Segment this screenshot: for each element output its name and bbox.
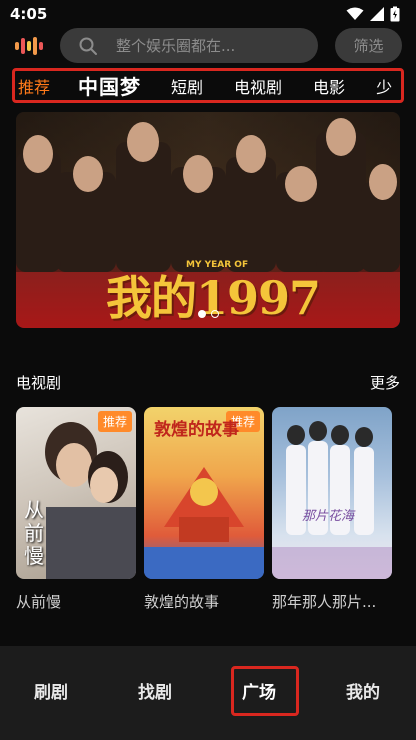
app-logo-icon[interactable] bbox=[14, 35, 48, 57]
carousel-indicator bbox=[16, 310, 400, 318]
signal-icon bbox=[370, 7, 384, 21]
tv-series-list: 推荐 从前慢 从前慢 推荐 敦煌的故事 敦煌的故事 那片花海 那年那人那片... bbox=[16, 407, 400, 612]
tab-movie[interactable]: 电影 bbox=[313, 74, 345, 98]
category-tabs: 推荐 中国梦 短剧 电视剧 电影 少 bbox=[12, 68, 404, 103]
more-link[interactable]: 更多 bbox=[370, 372, 400, 393]
banner-title: 我的1997 bbox=[106, 271, 321, 325]
wifi-icon bbox=[346, 7, 364, 20]
nav-plaza-highlight bbox=[231, 666, 299, 716]
poster-title: 从前慢 bbox=[24, 498, 44, 568]
search-bar[interactable] bbox=[60, 28, 318, 63]
battery-icon bbox=[390, 6, 400, 22]
drama-title: 那年那人那片... bbox=[272, 593, 377, 611]
recommend-badge: 推荐 bbox=[97, 411, 132, 432]
banner-carousel[interactable]: MY YEAR OF 我的1997 bbox=[16, 112, 400, 328]
tab-tv-series[interactable]: 电视剧 bbox=[234, 74, 282, 98]
nav-watch[interactable]: 刷剧 bbox=[34, 678, 68, 703]
nav-mine[interactable]: 我的 bbox=[346, 678, 380, 703]
drama-poster[interactable]: 推荐 从前慢 bbox=[16, 407, 136, 579]
tab-china-dream[interactable]: 中国梦 bbox=[78, 71, 141, 100]
carousel-dot[interactable] bbox=[197, 310, 206, 318]
tv-series-section-header: 电视剧 更多 bbox=[16, 372, 400, 393]
status-icons bbox=[346, 6, 400, 22]
tab-recommended[interactable]: 推荐 bbox=[18, 74, 50, 98]
poster-title: 敦煌的故事 bbox=[154, 420, 239, 440]
drama-card[interactable]: 推荐 从前慢 从前慢 bbox=[16, 407, 136, 612]
status-bar: 4:05 bbox=[0, 0, 416, 28]
drama-poster[interactable]: 那片花海 bbox=[272, 407, 392, 579]
tab-short-drama[interactable]: 短剧 bbox=[171, 74, 203, 98]
drama-poster[interactable]: 推荐 敦煌的故事 bbox=[144, 407, 264, 579]
drama-title: 从前慢 bbox=[16, 593, 62, 611]
status-time: 4:05 bbox=[10, 5, 48, 23]
nav-find[interactable]: 找剧 bbox=[138, 678, 172, 703]
poster-artwork bbox=[272, 421, 392, 579]
poster-title: 那片花海 bbox=[302, 509, 355, 524]
filter-button[interactable]: 筛选 bbox=[335, 28, 402, 63]
banner-cast-image bbox=[16, 112, 400, 272]
carousel-dot[interactable] bbox=[210, 310, 219, 318]
section-title: 电视剧 bbox=[16, 374, 62, 392]
drama-title: 敦煌的故事 bbox=[144, 593, 220, 611]
top-bar: 筛选 bbox=[0, 28, 416, 64]
tab-more-partial[interactable]: 少 bbox=[376, 74, 392, 98]
bottom-nav: 刷剧 找剧 广场 我的 bbox=[0, 646, 416, 740]
drama-card[interactable]: 那片花海 那年那人那片... bbox=[272, 407, 392, 612]
drama-card[interactable]: 推荐 敦煌的故事 敦煌的故事 bbox=[144, 407, 264, 612]
search-input[interactable] bbox=[116, 36, 296, 55]
search-icon bbox=[79, 37, 97, 55]
